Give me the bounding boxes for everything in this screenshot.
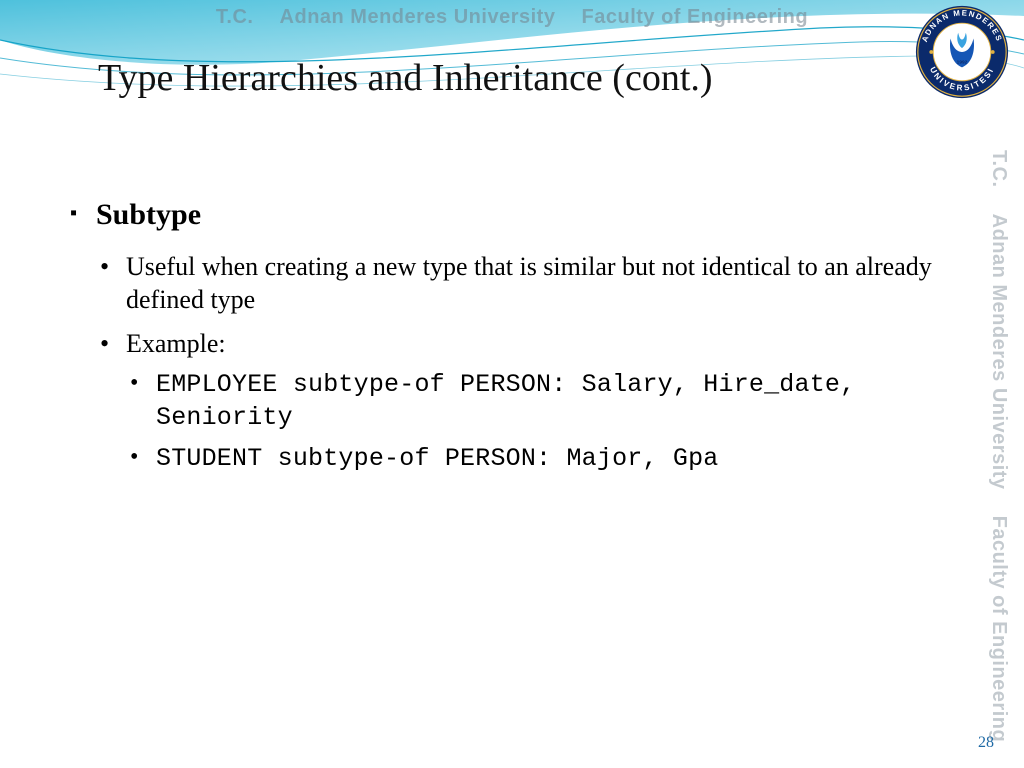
bullet-text: Useful when creating a new type that is … [126, 252, 932, 314]
side-watermark: T.C. Adnan Menderes University Faculty o… [986, 140, 1016, 700]
bullet-text: Subtype [96, 198, 201, 231]
slide-title: Type Hierarchies and Inheritance (cont.) [98, 56, 713, 100]
bullet-text: STUDENT subtype-of PERSON: Major, Gpa [156, 444, 719, 473]
svg-text:1992: 1992 [957, 60, 968, 66]
page-number: 28 [978, 734, 994, 752]
university-logo: ADNAN MENDERES UNIVERSITESI 1992 [914, 4, 1010, 100]
header-tc: T.C. [216, 6, 254, 29]
bullet-level2: Example: EMPLOYEE subtype-of PERSON: Sal… [96, 327, 954, 475]
bullet-level1: Subtype Useful when creating a new type … [70, 198, 954, 475]
header-faculty: Faculty of Engineering [582, 6, 809, 29]
header-watermark: T.C. Adnan Menderes University Faculty o… [0, 6, 1024, 29]
side-tc: T.C. [987, 150, 1010, 188]
slide: T.C. Adnan Menderes University Faculty o… [0, 0, 1024, 768]
bullet-text: EMPLOYEE subtype-of PERSON: Salary, Hire… [156, 370, 855, 432]
bullet-level3-code: EMPLOYEE subtype-of PERSON: Salary, Hire… [126, 368, 954, 434]
bullet-text: Example: [126, 329, 226, 358]
header-university: Adnan Menderes University [280, 6, 556, 29]
bullet-level3-code: STUDENT subtype-of PERSON: Major, Gpa [126, 442, 954, 475]
content-area: Subtype Useful when creating a new type … [70, 198, 954, 489]
side-faculty: Faculty of Engineering [987, 516, 1010, 743]
side-university: Adnan Menderes University [987, 214, 1010, 490]
bullet-level2: Useful when creating a new type that is … [96, 250, 954, 317]
